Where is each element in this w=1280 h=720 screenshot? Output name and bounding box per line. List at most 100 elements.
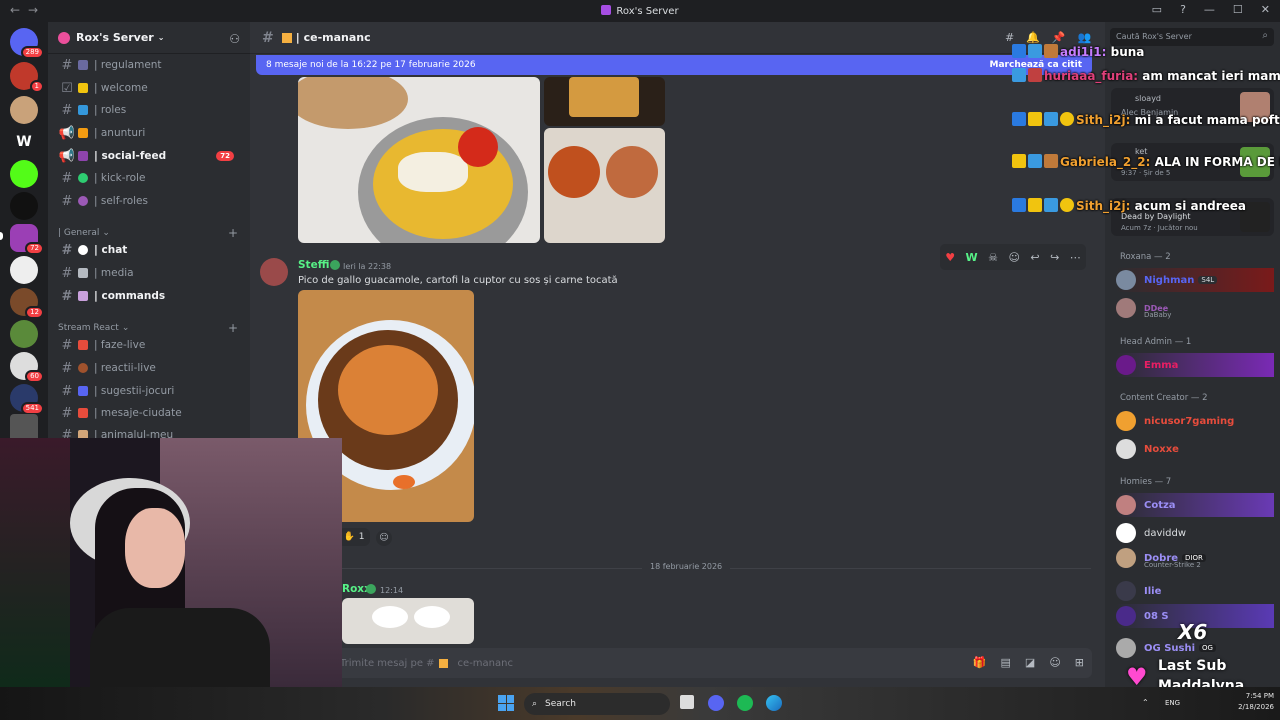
channel-item[interactable]: 📢 | social-feed 72 bbox=[56, 146, 242, 166]
spotify-icon[interactable] bbox=[737, 695, 753, 711]
stream-chat-overlay: adi1i1: buna huriaaa_furia: am mancat ie… bbox=[1012, 42, 1280, 232]
message-author[interactable]: Steffi bbox=[298, 259, 329, 271]
gift-icon[interactable]: 🎁 bbox=[973, 656, 987, 669]
discord-icon[interactable] bbox=[708, 695, 724, 711]
channel-emoji-icon bbox=[78, 151, 88, 161]
channel-item[interactable]: # | mesaje-ciudate bbox=[56, 403, 242, 423]
member-item[interactable]: Ilie bbox=[1116, 579, 1274, 603]
member-group-title: Homies — 7 bbox=[1120, 477, 1172, 487]
server-icon[interactable]: 541 bbox=[10, 384, 44, 415]
channel-emoji-icon bbox=[78, 128, 88, 138]
channel-item[interactable]: # | faze-live bbox=[56, 335, 242, 355]
windows-start-icon[interactable] bbox=[498, 695, 514, 711]
clock[interactable]: 7:54 PM 2/18/2026 bbox=[1238, 691, 1274, 713]
channel-item[interactable]: # | commands bbox=[56, 286, 242, 306]
reaction-pill[interactable]: ✋ 1 bbox=[338, 528, 370, 546]
member-item[interactable]: nicusor7gaming bbox=[1116, 409, 1274, 433]
maximize-button[interactable]: ☐ bbox=[1233, 3, 1243, 16]
direct-messages-icon[interactable]: 289 bbox=[10, 28, 44, 59]
channel-item[interactable]: # | regulament bbox=[56, 55, 242, 75]
date-divider: 18 februarie 2026 bbox=[264, 562, 1091, 571]
chat-line: adi1i1: buna bbox=[1012, 44, 1144, 61]
category-stream-react[interactable]: Stream React ⌄ + bbox=[58, 321, 238, 335]
channel-item[interactable]: # | sugestii-jocuri bbox=[56, 381, 242, 401]
channel-emoji-icon bbox=[78, 173, 88, 183]
member-item[interactable]: Noxxe bbox=[1116, 437, 1274, 461]
food-image-mamaliga[interactable] bbox=[298, 77, 540, 243]
member-item[interactable]: DDee DaBaby bbox=[1116, 296, 1274, 320]
gif-icon[interactable]: ▤ bbox=[1001, 656, 1011, 669]
new-messages-bar[interactable]: 8 mesaje noi de la 16:22 pe 17 februarie… bbox=[256, 55, 1092, 75]
avatar bbox=[1116, 355, 1136, 375]
hash-icon: # bbox=[262, 29, 274, 46]
channel-item[interactable]: # | roles bbox=[56, 100, 242, 120]
server-icon[interactable]: 60 bbox=[10, 352, 44, 383]
chat-line: huriaaa_furia: am mancat ieri mamaliga bbox=[1012, 68, 1280, 85]
channel-item[interactable]: 📢 | anunturi bbox=[56, 123, 242, 143]
task-view-icon[interactable] bbox=[680, 695, 694, 709]
server-icon[interactable] bbox=[10, 160, 38, 188]
add-channel-icon[interactable]: + bbox=[228, 226, 238, 240]
reply-icon[interactable]: ↩ bbox=[1030, 251, 1039, 264]
hash-icon: # bbox=[61, 360, 73, 376]
avatar bbox=[1116, 523, 1136, 543]
tray-chevron-icon[interactable]: ⌃ bbox=[1142, 698, 1149, 707]
channel-item[interactable]: ☑ | welcome bbox=[56, 78, 242, 98]
add-reaction-icon[interactable]: ☺ bbox=[1008, 251, 1019, 264]
heart-reaction-icon[interactable]: ♥ bbox=[945, 251, 955, 264]
server-icon[interactable] bbox=[10, 320, 38, 348]
server-icon[interactable] bbox=[10, 256, 38, 284]
member-item[interactable]: Dobre DIOR Counter-Strike 2 bbox=[1116, 546, 1274, 570]
add-channel-icon[interactable]: + bbox=[228, 321, 238, 335]
edge-icon[interactable] bbox=[766, 695, 782, 711]
server-header[interactable]: Rox's Server ⌄ ⚇ bbox=[48, 22, 250, 54]
member-item[interactable]: Nighman S4L bbox=[1116, 268, 1274, 292]
channel-item[interactable]: # | chat bbox=[56, 240, 242, 260]
w-reaction-icon[interactable]: W bbox=[966, 251, 978, 264]
avatar bbox=[1116, 411, 1136, 431]
server-icon[interactable]: W bbox=[10, 128, 38, 156]
member-item[interactable]: daviddw bbox=[1116, 521, 1274, 545]
help-icon[interactable]: ? bbox=[1180, 3, 1186, 16]
category-general[interactable]: | General ⌄ + bbox=[58, 226, 238, 240]
food-image[interactable] bbox=[342, 598, 474, 644]
avatar bbox=[1116, 581, 1136, 601]
apps-icon[interactable]: ⊞ bbox=[1075, 656, 1084, 669]
food-image-pizza[interactable] bbox=[544, 128, 665, 243]
member-group-title: Content Creator — 2 bbox=[1120, 393, 1208, 403]
channel-item[interactable]: # | media bbox=[56, 263, 242, 283]
inbox-icon[interactable]: ▭ bbox=[1152, 3, 1162, 16]
close-button[interactable]: ✕ bbox=[1261, 3, 1270, 16]
channel-item[interactable]: # | kick-role bbox=[56, 168, 242, 188]
checkbox-icon: ☑ bbox=[61, 80, 73, 96]
server-icon[interactable]: 1 bbox=[10, 62, 44, 93]
message-actions: ♥ W ☠ ☺ ↩ ↪ ⋯ bbox=[940, 244, 1086, 270]
emoji-icon[interactable]: ☺ bbox=[1049, 656, 1060, 669]
member-item[interactable]: Cotza bbox=[1116, 493, 1274, 517]
server-icon-active[interactable]: 72 bbox=[10, 224, 44, 255]
pizza-icon bbox=[281, 32, 292, 43]
more-icon[interactable]: ⋯ bbox=[1070, 251, 1081, 264]
message-input[interactable]: Trimite mesaj pe # ce-mananc 🎁 ▤ ◪ ☺ ⊞ bbox=[266, 648, 1092, 678]
taskbar-search[interactable]: ⌕ Search bbox=[524, 693, 670, 715]
server-icon[interactable] bbox=[10, 96, 38, 124]
food-image-fries[interactable] bbox=[544, 77, 665, 126]
add-member-icon[interactable]: ⚇ bbox=[229, 32, 240, 46]
sticker-icon[interactable]: ◪ bbox=[1025, 656, 1035, 669]
hash-icon: # bbox=[61, 193, 73, 209]
language-indicator[interactable]: ENG bbox=[1165, 699, 1180, 707]
avatar[interactable] bbox=[260, 258, 288, 286]
server-icon[interactable] bbox=[10, 192, 38, 220]
minimize-button[interactable]: — bbox=[1204, 3, 1215, 16]
channel-item[interactable]: # | reactii-live bbox=[56, 358, 242, 378]
forward-icon[interactable]: ↪ bbox=[1050, 251, 1059, 264]
channel-item[interactable]: # | self-roles bbox=[56, 191, 242, 211]
hash-icon: # bbox=[61, 102, 73, 118]
add-reaction-icon[interactable]: ☺ bbox=[376, 530, 392, 546]
channel-emoji-icon bbox=[78, 196, 88, 206]
active-indicator bbox=[0, 232, 3, 240]
chevron-down-icon: ⌄ bbox=[157, 33, 165, 42]
server-icon[interactable]: 12 bbox=[10, 288, 44, 319]
member-item[interactable]: Emma bbox=[1116, 353, 1274, 377]
skull-reaction-icon[interactable]: ☠ bbox=[988, 251, 998, 264]
